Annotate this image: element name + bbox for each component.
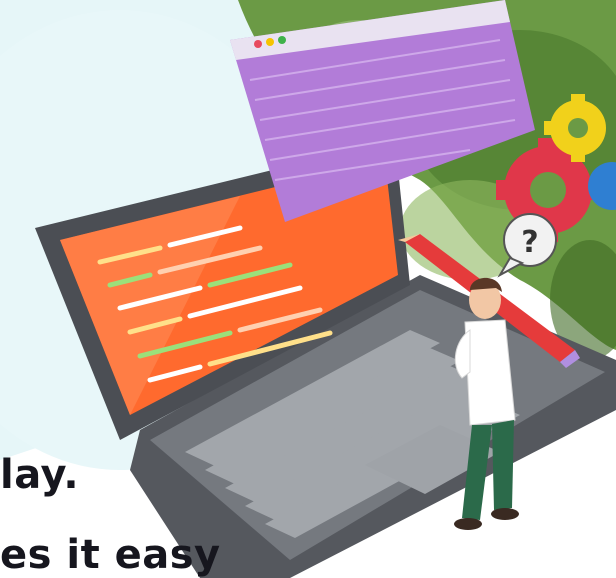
window-dot-yellow (266, 38, 274, 46)
svg-text:?: ? (521, 225, 538, 260)
illustration: ? (0, 0, 616, 578)
window-dot-green (278, 36, 286, 44)
headline-line-1: lay. (0, 452, 80, 498)
window-dot-red (254, 40, 262, 48)
headline-line-2: es it easy (0, 532, 221, 578)
